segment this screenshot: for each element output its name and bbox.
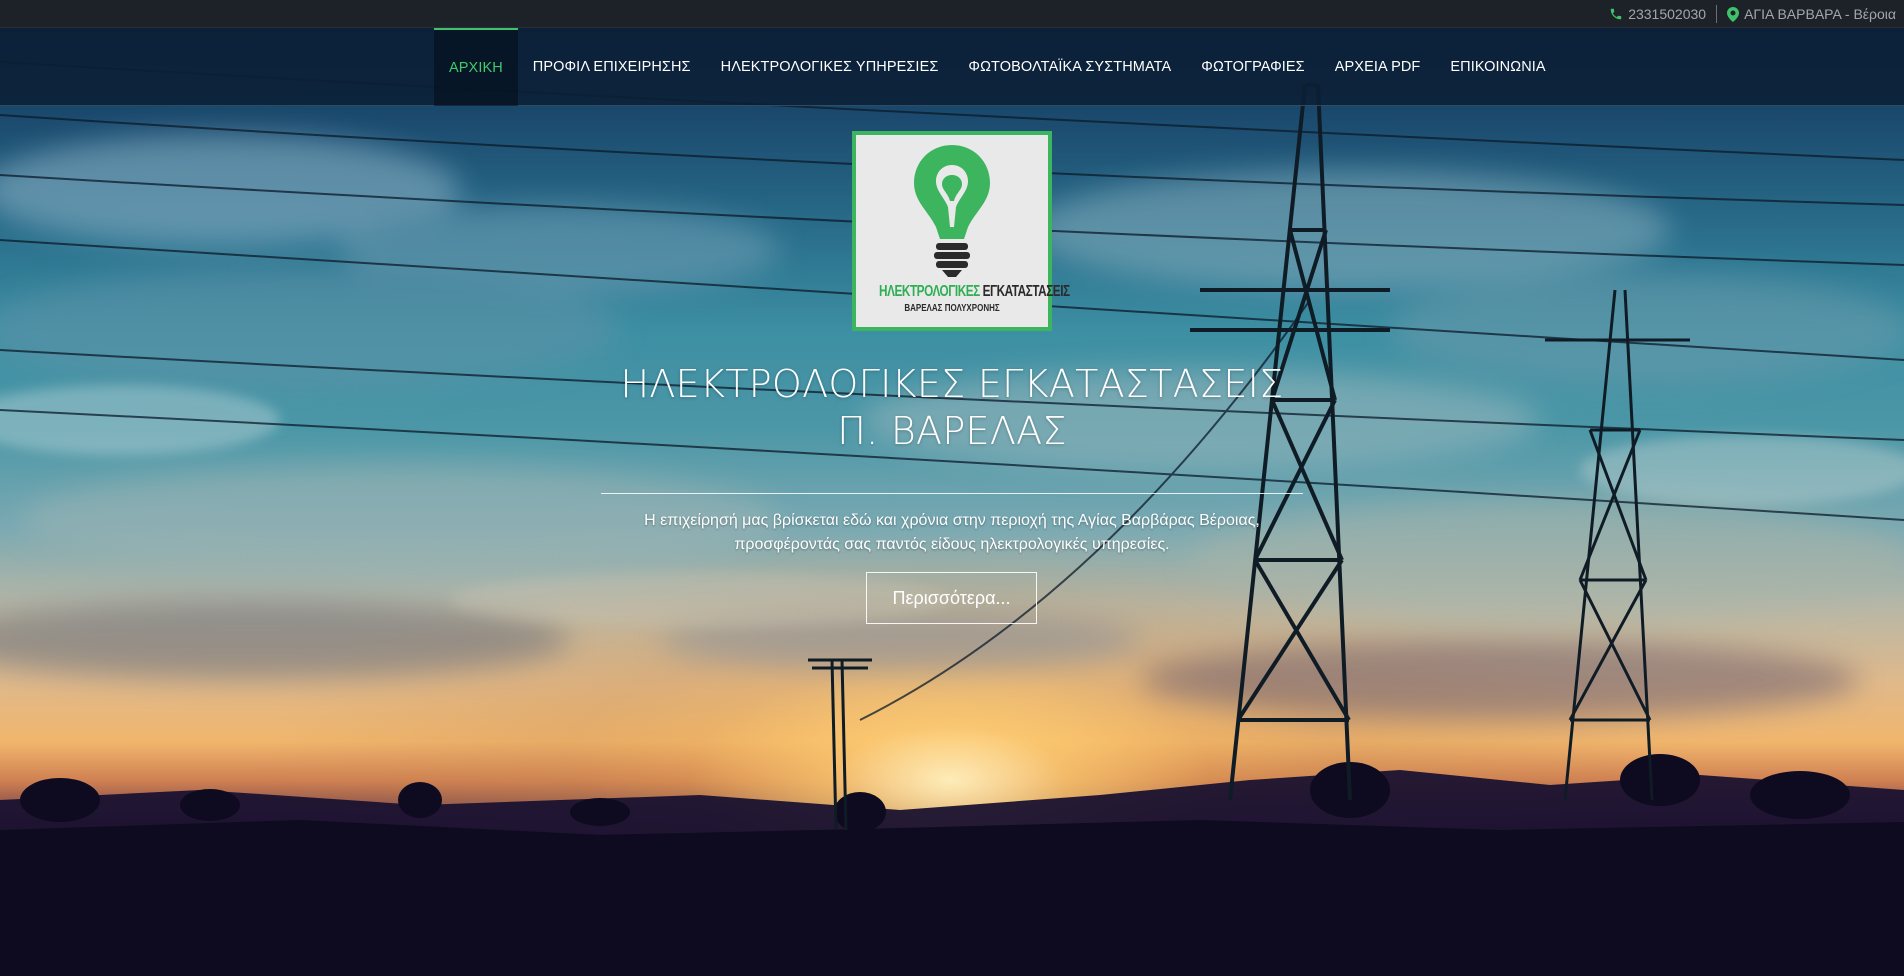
site-logo[interactable]: ΗΛΕΚΤΡΟΛΟΓΙΚΕΣ ΕΓΚΑΤΑΣΤΑΣΕΙΣ ΒΑΡΕΛΑΣ ΠΟΛ… <box>852 131 1070 331</box>
top-bar: 2331502030 ΑΓΙΑ ΒΑΡΒΑΡΑ - Βέροια <box>0 0 1904 28</box>
hero-title-line-1: ΗΛΕΚΤΡΟΛΟΓΙΚΕΣ ΕΓΚΑΤΑΣΤΑΣΕΙΣ <box>620 362 1284 406</box>
contact-info: 2331502030 ΑΓΙΑ ΒΑΡΒΑΡΑ - Βέροια <box>1609 0 1896 28</box>
nav-item-home[interactable]: ΑΡΧΙΚΗ <box>434 28 518 106</box>
nav-item-electrical-services[interactable]: ΗΛΕΚΤΡΟΛΟΓΙΚΕΣ ΥΠΗΡΕΣΙΕΣ <box>706 28 954 106</box>
map-marker-icon <box>1727 6 1740 22</box>
logo-subtitle: ΒΑΡΕΛΑΣ ΠΟΛΥΧΡΟΝΗΣ <box>904 303 1000 314</box>
page: 2331502030 ΑΓΙΑ ΒΑΡΒΑΡΑ - Βέροια ΑΡΧΙΚΗ Π… <box>0 0 1904 976</box>
topbar-divider <box>1716 5 1718 23</box>
hero-description: Η επιχείρησή μας βρίσκεται εδώ και χρόνι… <box>552 509 1352 557</box>
phone-number: 2331502030 <box>1628 6 1707 22</box>
hero-description-line-1: Η επιχείρησή μας βρίσκεται εδώ και χρόνι… <box>644 512 1260 529</box>
location-text: ΑΓΙΑ ΒΑΡΒΑΡΑ - Βέροια <box>1744 6 1896 22</box>
hero-divider <box>601 493 1303 494</box>
hero-title-line-2: Π. ΒΑΡΕΛΑΣ <box>837 409 1067 453</box>
location-contact[interactable]: ΑΓΙΑ ΒΑΡΒΑΡΑ - Βέροια <box>1727 6 1896 22</box>
nav-item-pdf-files[interactable]: ΑΡΧΕΙΑ PDF <box>1320 28 1436 106</box>
nav-item-contact[interactable]: ΕΠΙΚΟΙΝΩΝΙΑ <box>1435 28 1560 106</box>
nav-item-photovoltaic-systems[interactable]: ΦΩΤΟΒΟΛΤΑΪΚΑ ΣΥΣΤΗΜΑΤΑ <box>953 28 1186 106</box>
phone-icon <box>1609 7 1623 21</box>
logo-title: ΗΛΕΚΤΡΟΛΟΓΙΚΕΣ ΕΓΚΑΤΑΣΤΑΣΕΙΣ <box>879 283 1070 300</box>
phone-contact[interactable]: 2331502030 <box>1609 6 1706 22</box>
main-menu: ΑΡΧΙΚΗ ΠΡΟΦΙΛ ΕΠΙΧΕΙΡΗΣΗΣ ΗΛΕΚΤΡΟΛΟΓΙΚΕΣ Υ… <box>434 28 1561 106</box>
more-button[interactable]: Περισσότερα... <box>866 572 1037 624</box>
hero-title: ΗΛΕΚΤΡΟΛΟΓΙΚΕΣ ΕΓΚΑΤΑΣΤΑΣΕΙΣ Π. ΒΑΡΕΛΑΣ <box>552 361 1352 455</box>
hero-description-line-2: προσφέροντάς σας παντός είδους ηλεκτρολο… <box>734 536 1170 553</box>
nav-item-company-profile[interactable]: ΠΡΟΦΙΛ ΕΠΙΧΕΙΡΗΣΗΣ <box>518 28 706 106</box>
logo-panel: ΗΛΕΚΤΡΟΛΟΓΙΚΕΣ ΕΓΚΑΤΑΣΤΑΣΕΙΣ ΒΑΡΕΛΑΣ ΠΟΛ… <box>856 135 1070 327</box>
nav-item-photos[interactable]: ΦΩΤΟΓΡΑΦΙΕΣ <box>1186 28 1319 106</box>
main-navbar: ΑΡΧΙΚΗ ΠΡΟΦΙΛ ΕΠΙΧΕΙΡΗΣΗΣ ΗΛΕΚΤΡΟΛΟΓΙΚΕΣ Υ… <box>0 28 1904 106</box>
